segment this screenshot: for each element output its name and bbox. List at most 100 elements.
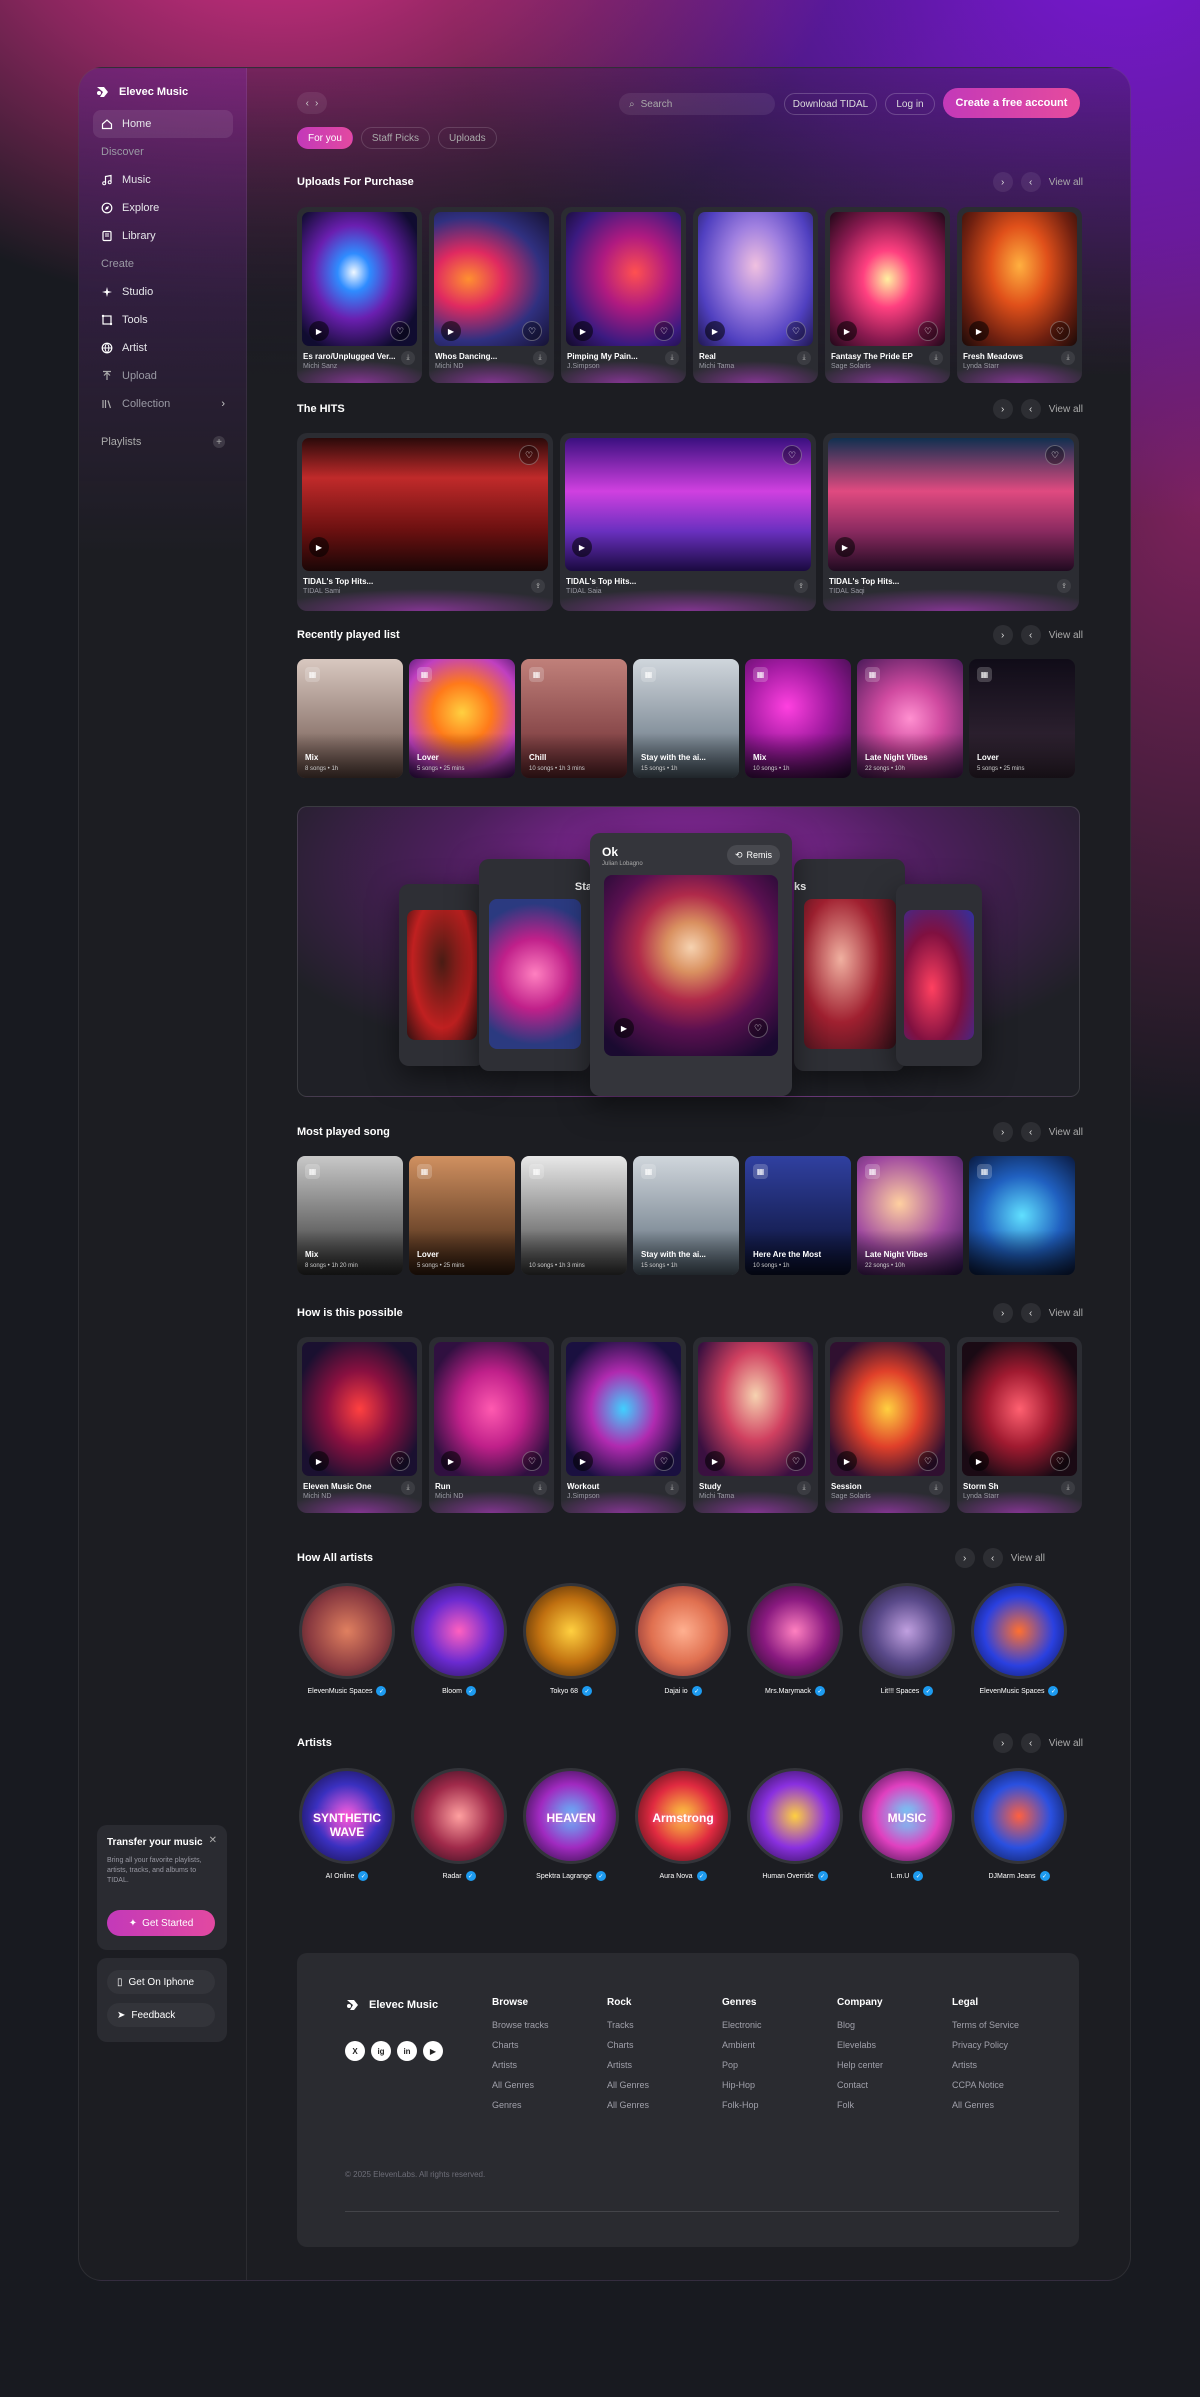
view-all-link[interactable]: View all [1049, 404, 1083, 415]
footer-link[interactable]: Folk [837, 2100, 883, 2120]
footer-link[interactable]: Contact [837, 2080, 883, 2100]
next-icon[interactable]: › [992, 1303, 1013, 1323]
playlists-header[interactable]: Playlists + [93, 428, 233, 456]
play-button[interactable]: ▶ [309, 321, 329, 341]
heart-icon[interactable]: ♡ [786, 1451, 806, 1471]
feedback-button[interactable]: ➤ Feedback [107, 2003, 215, 2027]
history-nav[interactable]: ‹ › [297, 92, 327, 114]
heart-icon[interactable]: ♡ [390, 1451, 410, 1471]
play-button[interactable]: ▶ [969, 1451, 989, 1471]
artist-avatar[interactable]: Armstrong Aura Nova ✓ [633, 1768, 733, 1881]
sidebar-item-upload[interactable]: Upload [93, 362, 233, 390]
play-button[interactable]: ▶ [837, 321, 857, 341]
recent-tile[interactable]: ▦ Mix 10 songs • 1h [745, 659, 851, 778]
artist-avatar[interactable]: HEAVEN Spektra Lagrange ✓ [521, 1768, 621, 1881]
tab-staff-picks[interactable]: Staff Picks [360, 127, 430, 149]
x-icon[interactable]: X [345, 2041, 365, 2061]
prev-icon[interactable]: ‹ [1020, 399, 1041, 419]
play-button[interactable]: ▶ [309, 537, 329, 557]
sidebar-item-library[interactable]: Library [93, 222, 233, 250]
heart-icon[interactable]: ♡ [519, 445, 539, 465]
artist-avatar[interactable]: ElevenMusic Spaces ✓ [297, 1583, 397, 1696]
footer-link[interactable]: Artists [952, 2060, 1019, 2080]
recent-tile[interactable]: ▦ Chill 10 songs • 1h 3 mins [521, 659, 627, 778]
artist-avatar[interactable]: Dajai io ✓ [633, 1583, 733, 1696]
play-button[interactable]: ▶ [441, 321, 461, 341]
download-button[interactable]: Download TIDAL [784, 93, 877, 115]
recent-tile[interactable]: ▦ Lover 5 songs • 25 mins [409, 659, 515, 778]
footer-link[interactable]: Terms of Service [952, 2020, 1019, 2040]
possible-card[interactable]: ▶ ♡ Storm Sh Lynda Starr ⤓ [957, 1337, 1082, 1513]
play-button[interactable]: ▶ [835, 537, 855, 557]
carousel-card-active[interactable]: Ok Julian Lobagno ⟲ Remis ▶ ♡ [590, 833, 792, 1096]
prev-icon[interactable]: ‹ [982, 1548, 1003, 1568]
artist-avatar[interactable]: Bloom ✓ [409, 1583, 509, 1696]
tab-uploads[interactable]: Uploads [437, 127, 497, 149]
heart-icon[interactable]: ♡ [654, 1451, 674, 1471]
heart-icon[interactable]: ♡ [522, 321, 542, 341]
sidebar-item-tools[interactable]: Tools [93, 306, 233, 334]
create-account-button[interactable]: Create a free account [943, 88, 1080, 118]
play-button[interactable]: ▶ [614, 1018, 634, 1038]
share-icon[interactable]: ⇪ [794, 579, 808, 593]
carousel-card[interactable]: ks [794, 859, 905, 1071]
heart-icon[interactable]: ♡ [654, 321, 674, 341]
download-icon[interactable]: ⤓ [533, 351, 547, 365]
play-button[interactable]: ▶ [705, 1451, 725, 1471]
heart-icon[interactable]: ♡ [918, 321, 938, 341]
view-all-link[interactable]: View all [1011, 1553, 1045, 1564]
linkedin-icon[interactable]: in [397, 2041, 417, 2061]
sidebar-item-explore[interactable]: Explore [93, 194, 233, 222]
footer-link[interactable]: Charts [607, 2040, 649, 2060]
get-on-iphone-button[interactable]: ▯ Get On Iphone [107, 1970, 215, 1994]
possible-card[interactable]: ▶ ♡ Study Michi Tama ⤓ [693, 1337, 818, 1513]
heart-icon[interactable]: ♡ [786, 321, 806, 341]
play-button[interactable]: ▶ [573, 1451, 593, 1471]
play-button[interactable]: ▶ [572, 537, 592, 557]
artist-avatar[interactable]: ElevenMusic Spaces ✓ [969, 1583, 1069, 1696]
download-icon[interactable]: ⤓ [665, 1481, 679, 1495]
footer-link[interactable]: CCPA Notice [952, 2080, 1019, 2100]
footer-link[interactable]: Hip-Hop [722, 2080, 762, 2100]
uploads-card[interactable]: ▶ ♡ Pimping My Pain... J.Simpson ⤓ [561, 207, 686, 383]
play-button[interactable]: ▶ [969, 321, 989, 341]
hits-card[interactable]: ▶ ♡ TIDAL's Top Hits... TIDAL Saia ⇪ [560, 433, 816, 611]
download-icon[interactable]: ⤓ [665, 351, 679, 365]
next-icon[interactable]: › [992, 172, 1013, 192]
sidebar-item-home[interactable]: Home [93, 110, 233, 138]
artist-avatar[interactable]: Human Override ✓ [745, 1768, 845, 1881]
footer-link[interactable]: Blog [837, 2020, 883, 2040]
footer-link[interactable]: All Genres [607, 2080, 649, 2100]
next-icon[interactable]: › [954, 1548, 975, 1568]
possible-card[interactable]: ▶ ♡ Run Michi ND ⤓ [429, 1337, 554, 1513]
brand[interactable]: Elevec Music [95, 84, 188, 100]
forward-icon[interactable]: › [315, 98, 318, 109]
play-button[interactable]: ▶ [573, 321, 593, 341]
most-tile[interactable]: ▦ Mix 8 songs • 1h 20 min [297, 1156, 403, 1275]
view-all-link[interactable]: View all [1049, 177, 1083, 188]
download-icon[interactable]: ⤓ [401, 351, 415, 365]
login-button[interactable]: Log in [885, 93, 935, 115]
view-all-link[interactable]: View all [1049, 1738, 1083, 1749]
download-icon[interactable]: ⤓ [1061, 351, 1075, 365]
heart-icon[interactable]: ♡ [1050, 321, 1070, 341]
next-icon[interactable]: › [992, 625, 1013, 645]
heart-icon[interactable]: ♡ [918, 1451, 938, 1471]
play-button[interactable]: ▶ [441, 1451, 461, 1471]
prev-icon[interactable]: ‹ [1020, 172, 1041, 192]
footer-link[interactable]: All Genres [492, 2080, 549, 2100]
recent-tile[interactable]: ▦ Mix 8 songs • 1h [297, 659, 403, 778]
sidebar-item-collection[interactable]: Collection › [93, 390, 233, 418]
recent-tile[interactable]: ▦ Late Night Vibes 22 songs • 10h [857, 659, 963, 778]
artist-avatar[interactable]: DJMarm Jeans ✓ [969, 1768, 1069, 1881]
footer-link[interactable]: Privacy Policy [952, 2040, 1019, 2060]
artist-avatar[interactable]: Radar ✓ [409, 1768, 509, 1881]
footer-link[interactable]: All Genres [607, 2100, 649, 2120]
download-icon[interactable]: ⤓ [929, 1481, 943, 1495]
view-all-link[interactable]: View all [1049, 1127, 1083, 1138]
footer-link[interactable]: Help center [837, 2060, 883, 2080]
prev-icon[interactable]: ‹ [1020, 625, 1041, 645]
prev-icon[interactable]: ‹ [1020, 1122, 1041, 1142]
possible-card[interactable]: ▶ ♡ Eleven Music One Michi ND ⤓ [297, 1337, 422, 1513]
uploads-card[interactable]: ▶ ♡ Fresh Meadows Lynda Starr ⤓ [957, 207, 1082, 383]
